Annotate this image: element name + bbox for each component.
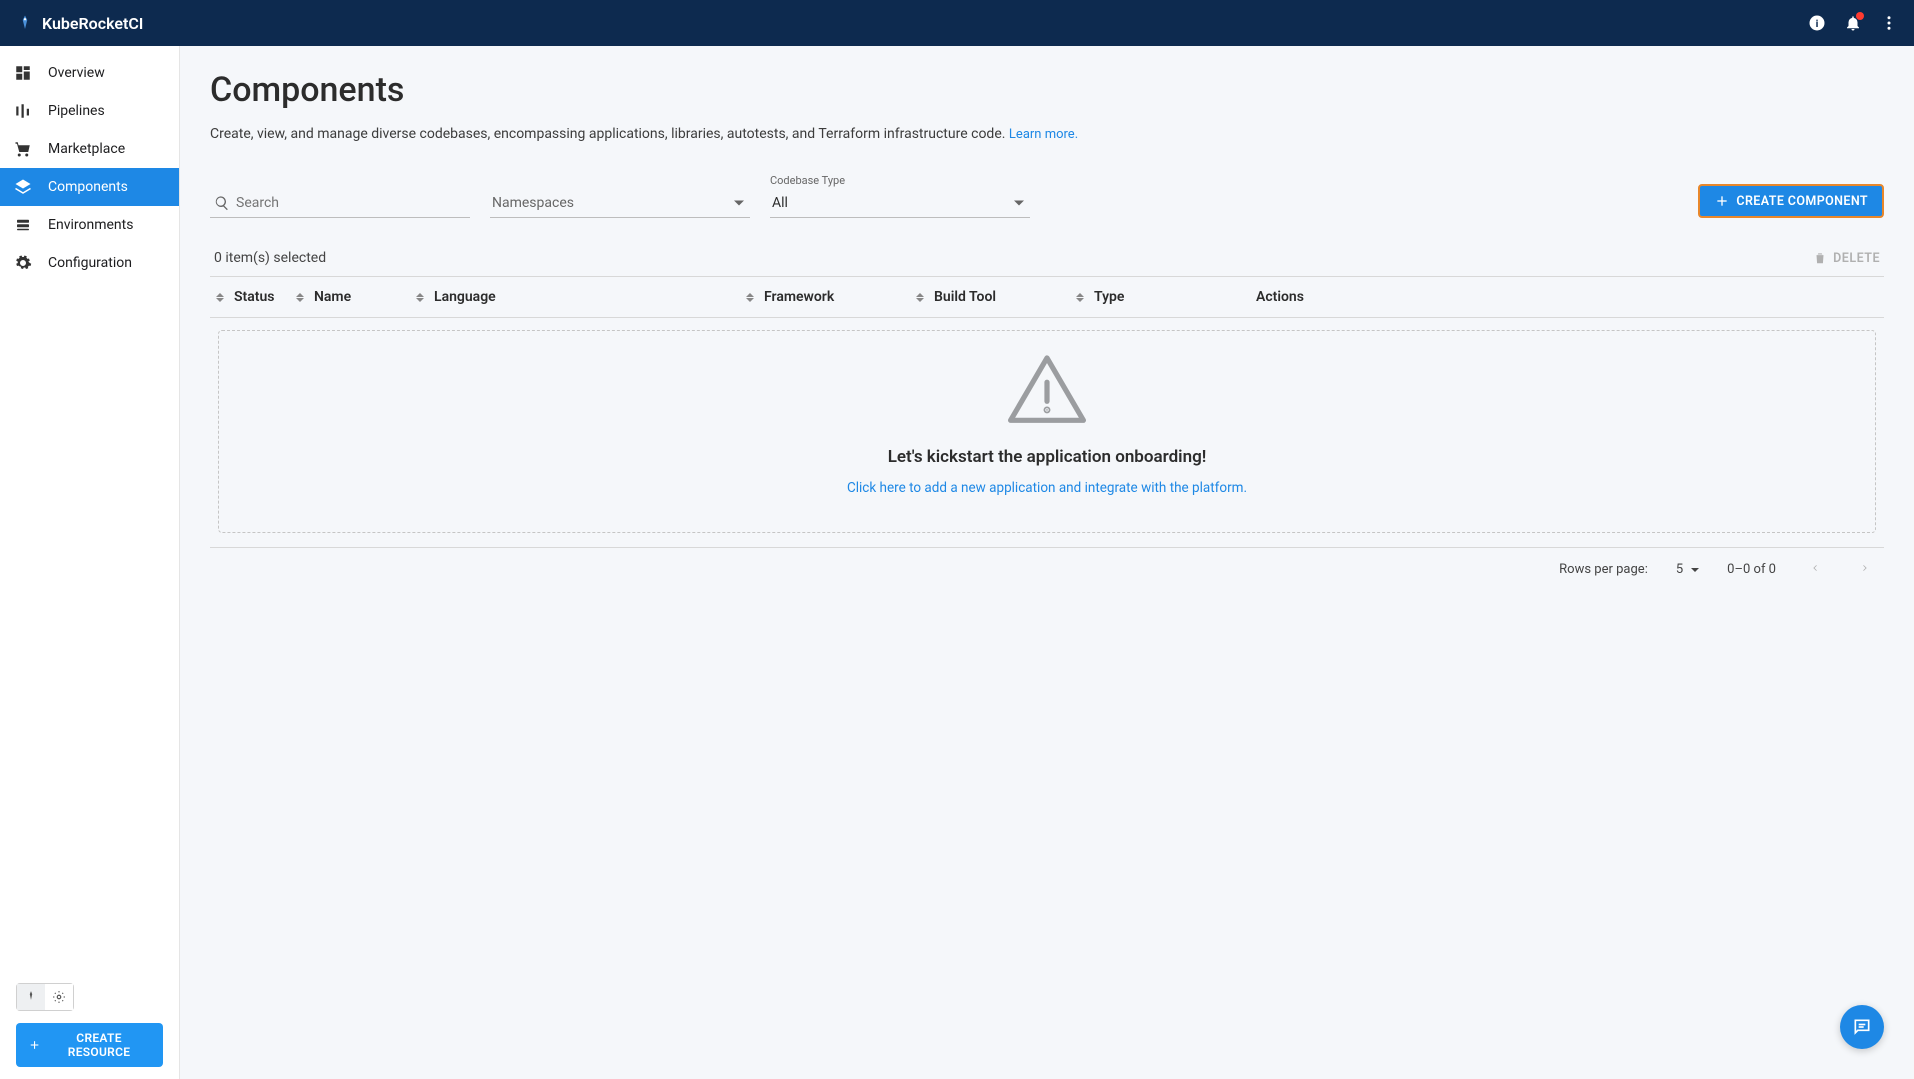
sort-icon (916, 293, 924, 302)
main-content: Components Create, view, and manage dive… (180, 0, 1914, 1079)
rocket-icon (16, 14, 34, 32)
sidebar-item-configuration[interactable]: Configuration (0, 244, 179, 282)
sort-icon (746, 293, 754, 302)
layers-icon (14, 178, 32, 196)
bell-icon[interactable] (1844, 14, 1862, 32)
chat-fab[interactable] (1840, 1005, 1884, 1049)
learn-more-link[interactable]: Learn more. (1009, 127, 1078, 142)
next-page-button[interactable] (1854, 562, 1876, 577)
sidebar-item-environments[interactable]: Environments (0, 206, 179, 244)
sidebar-item-pipelines[interactable]: Pipelines (0, 92, 179, 130)
create-component-label: CREATE COMPONENT (1736, 194, 1868, 209)
col-build-tool[interactable]: Build Tool (916, 289, 1076, 305)
col-actions: Actions (1256, 289, 1878, 305)
empty-cta-link[interactable]: Click here to add a new application and … (847, 480, 1247, 496)
page-title: Components (210, 70, 1884, 110)
col-name[interactable]: Name (296, 289, 416, 305)
sidebar-item-label: Pipelines (48, 103, 105, 119)
brand-name: KubeRocketCI (42, 14, 143, 33)
table-header: Status Name Language Framework Build Too… (210, 276, 1884, 318)
rocket-icon (24, 990, 38, 1004)
namespaces-value: Namespaces (490, 189, 750, 218)
svg-text:i: i (1816, 17, 1819, 30)
rows-per-page-select[interactable]: 5 (1676, 562, 1699, 577)
filter-row: Namespaces Codebase Type All CREATE COMP… (210, 174, 1884, 218)
sidebar-item-label: Components (48, 179, 128, 195)
codebase-type-select[interactable]: Codebase Type All (770, 174, 1030, 218)
selection-bar: 0 item(s) selected DELETE (210, 240, 1884, 276)
empty-title: Let's kickstart the application onboardi… (239, 447, 1855, 467)
col-language[interactable]: Language (416, 289, 746, 305)
gear-outline-icon (52, 990, 66, 1004)
brand: KubeRocketCI (16, 14, 143, 33)
info-icon[interactable]: i (1808, 14, 1826, 32)
sidebar: Overview Pipelines Marketplace Component… (0, 0, 180, 1079)
col-framework[interactable]: Framework (746, 289, 916, 305)
delete-button[interactable]: DELETE (1813, 251, 1880, 266)
col-status[interactable]: Status (216, 289, 296, 305)
empty-state: Let's kickstart the application onboardi… (218, 330, 1876, 533)
app-header: KubeRocketCI i (0, 0, 1914, 46)
search-field (210, 189, 470, 218)
sort-icon (296, 293, 304, 302)
delete-label: DELETE (1833, 251, 1880, 266)
sidebar-item-components[interactable]: Components (0, 168, 179, 206)
sidebar-item-label: Marketplace (48, 141, 125, 157)
chevron-right-icon (1860, 563, 1870, 573)
header-actions: i (1808, 14, 1898, 32)
create-resource-label: CREATE RESOURCE (47, 1031, 151, 1059)
page-description: Create, view, and manage diverse codebas… (210, 126, 1884, 142)
sort-icon (216, 293, 224, 302)
sort-icon (416, 293, 424, 302)
notification-dot (1856, 12, 1864, 20)
search-input[interactable] (210, 189, 470, 218)
sidebar-item-label: Environments (48, 217, 133, 233)
cart-icon (14, 140, 32, 158)
sidebar-footer: CREATE RESOURCE (0, 971, 179, 1079)
warning-triangle-icon (1003, 351, 1091, 429)
chevron-left-icon (1810, 563, 1820, 573)
stack-icon (14, 216, 32, 234)
sidebar-item-overview[interactable]: Overview (0, 54, 179, 92)
codebase-type-value: All (770, 189, 1030, 218)
theme-toggle (16, 983, 74, 1011)
sidebar-item-label: Configuration (48, 255, 132, 271)
prev-page-button[interactable] (1804, 562, 1826, 577)
sidebar-item-label: Overview (48, 65, 105, 81)
theme-dark-button[interactable] (45, 984, 73, 1010)
col-type[interactable]: Type (1076, 289, 1256, 305)
rows-per-page-label: Rows per page: (1559, 562, 1648, 577)
plus-icon (1714, 193, 1730, 209)
namespaces-select[interactable]: Namespaces (490, 189, 750, 218)
kebab-menu-icon[interactable] (1880, 14, 1898, 32)
pagination: Rows per page: 5 0–0 of 0 (210, 547, 1884, 591)
selection-count: 0 item(s) selected (214, 250, 326, 266)
trash-icon (1813, 251, 1827, 265)
search-icon (214, 195, 230, 211)
chat-icon (1852, 1017, 1872, 1037)
sidebar-nav: Overview Pipelines Marketplace Component… (0, 46, 179, 971)
theme-light-button[interactable] (17, 984, 45, 1010)
pagination-range: 0–0 of 0 (1727, 562, 1776, 577)
codebase-type-label: Codebase Type (770, 174, 1030, 187)
sidebar-item-marketplace[interactable]: Marketplace (0, 130, 179, 168)
pipelines-icon (14, 102, 32, 120)
dashboard-icon (14, 64, 32, 82)
create-component-button[interactable]: CREATE COMPONENT (1698, 184, 1884, 218)
gear-icon (14, 254, 32, 272)
plus-icon (28, 1038, 41, 1052)
create-resource-button[interactable]: CREATE RESOURCE (16, 1023, 163, 1067)
sort-icon (1076, 293, 1084, 302)
